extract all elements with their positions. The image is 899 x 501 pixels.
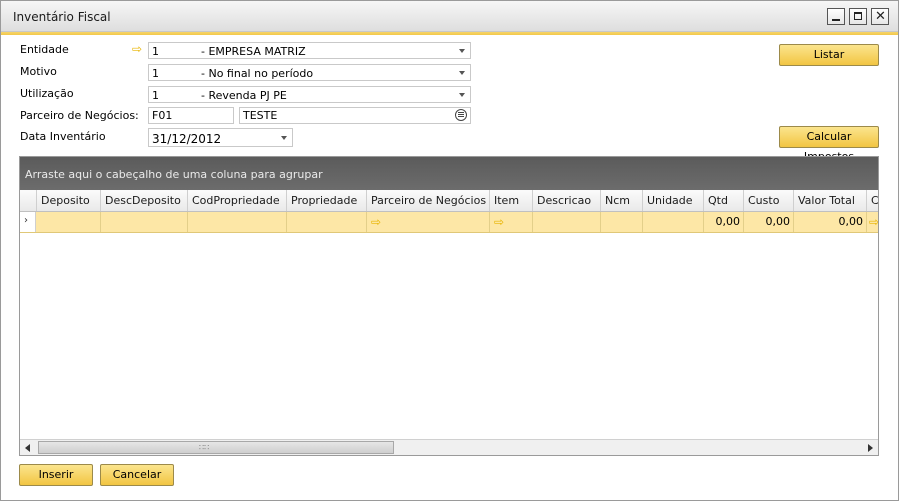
maximize-button[interactable]	[849, 8, 867, 25]
link-arrow-icon[interactable]: ⇨	[494, 215, 504, 229]
cell-c[interactable]: ⇨	[867, 212, 878, 232]
utilizacao-code: 1	[152, 89, 159, 102]
window-title: Inventário Fiscal	[13, 10, 111, 24]
column-header-ncm[interactable]: Ncm	[601, 190, 643, 211]
parceiro-code-input[interactable]: F01	[148, 107, 234, 124]
cell-ncm[interactable]	[601, 212, 643, 232]
utilizacao-combo[interactable]: 1 - Revenda PJ PE	[148, 86, 471, 103]
column-header-c[interactable]: C	[867, 190, 878, 211]
cell-propriedade[interactable]	[287, 212, 367, 232]
close-button[interactable]: ✕	[871, 8, 889, 25]
row-indicator-icon: ›	[24, 215, 28, 226]
header-row: Deposito DescDeposito CodPropriedade Pro…	[20, 190, 878, 212]
link-arrow-icon[interactable]: ⇨	[132, 42, 142, 56]
cell-descricao[interactable]	[533, 212, 601, 232]
cell-item[interactable]: ⇨	[490, 212, 533, 232]
main-window: Inventário Fiscal ✕ Entidade ⇨ 1 - EMPRE…	[0, 0, 899, 501]
chevron-down-icon[interactable]	[459, 71, 465, 75]
scroll-grip: ∷∷	[199, 443, 210, 452]
cell-qtd[interactable]: 0,00	[704, 212, 744, 232]
minimize-icon	[832, 19, 840, 21]
motivo-desc: - No final no período	[201, 67, 314, 80]
column-header-valor-total[interactable]: Valor Total	[794, 190, 867, 211]
cell-custo[interactable]: 0,00	[744, 212, 794, 232]
row-selector[interactable]: ›	[20, 212, 36, 232]
scroll-right-icon[interactable]	[868, 444, 873, 452]
list-icon[interactable]	[455, 109, 467, 121]
parceiro-name-input[interactable]: TESTE	[239, 107, 471, 124]
cell-codpropriedade[interactable]	[188, 212, 287, 232]
parceiro-label: Parceiro de Negócios:	[20, 109, 139, 122]
chevron-down-icon[interactable]	[281, 136, 287, 140]
column-header-unidade[interactable]: Unidade	[643, 190, 704, 211]
column-header-codpropriedade[interactable]: CodPropriedade	[188, 190, 287, 211]
link-arrow-icon[interactable]: ⇨	[371, 215, 381, 229]
entidade-combo[interactable]: 1 - EMPRESA MATRIZ	[148, 42, 471, 59]
cell-parceiro[interactable]: ⇨	[367, 212, 490, 232]
cancelar-button[interactable]: Cancelar	[100, 464, 174, 486]
cell-deposito[interactable]	[37, 212, 101, 232]
entidade-code: 1	[152, 45, 159, 58]
column-header-deposito[interactable]: Deposito	[37, 190, 101, 211]
group-by-area[interactable]: Arraste aqui o cabeçalho de uma coluna p…	[20, 157, 878, 190]
link-arrow-icon[interactable]: ⇨	[869, 215, 878, 229]
column-header-propriedade[interactable]: Propriedade	[287, 190, 367, 211]
chevron-down-icon[interactable]	[459, 49, 465, 53]
cell-valor-total[interactable]: 0,00	[794, 212, 867, 232]
scroll-thumb[interactable]: ∷∷	[38, 441, 394, 454]
utilizacao-label: Utilização	[20, 87, 74, 100]
motivo-combo[interactable]: 1 - No final no período	[148, 64, 471, 81]
column-header-qtd[interactable]: Qtd	[704, 190, 744, 211]
data-inventario-value: 31/12/2012	[152, 132, 222, 146]
header-selector	[20, 190, 37, 211]
accent-bar	[1, 32, 898, 35]
maximize-icon	[854, 12, 862, 20]
parceiro-name: TESTE	[243, 109, 278, 122]
data-label: Data Inventário	[20, 130, 106, 143]
data-inventario-combo[interactable]: 31/12/2012	[148, 128, 293, 147]
calcular-impostos-button[interactable]: Calcular Impostos	[779, 126, 879, 163]
entidade-label: Entidade	[20, 43, 69, 56]
scroll-left-icon[interactable]	[25, 444, 30, 452]
column-header-item[interactable]: Item	[490, 190, 533, 211]
horizontal-scrollbar[interactable]: ∷∷	[20, 439, 878, 455]
chevron-down-icon[interactable]	[459, 93, 465, 97]
title-bar: Inventário Fiscal ✕	[1, 1, 898, 32]
group-hint: Arraste aqui o cabeçalho de uma coluna p…	[25, 168, 323, 181]
inventory-grid[interactable]: Arraste aqui o cabeçalho de uma coluna p…	[19, 156, 879, 456]
minimize-button[interactable]	[827, 8, 845, 25]
listar-button[interactable]: Listar	[779, 44, 879, 66]
inserir-button[interactable]: Inserir	[19, 464, 93, 486]
close-icon: ✕	[875, 9, 886, 24]
cell-unidade[interactable]	[643, 212, 704, 232]
column-header-parceiro[interactable]: Parceiro de Negócios	[367, 190, 490, 211]
column-header-descdeposito[interactable]: DescDeposito	[101, 190, 188, 211]
column-header-custo[interactable]: Custo	[744, 190, 794, 211]
motivo-code: 1	[152, 67, 159, 80]
table-row[interactable]: › ⇨ ⇨ 0,00 0,00 0,00 ⇨	[20, 212, 878, 233]
column-header-descricao[interactable]: Descricao	[533, 190, 601, 211]
cell-descdeposito[interactable]	[101, 212, 188, 232]
utilizacao-desc: - Revenda PJ PE	[201, 89, 287, 102]
entidade-desc: - EMPRESA MATRIZ	[201, 45, 306, 58]
motivo-label: Motivo	[20, 65, 57, 78]
